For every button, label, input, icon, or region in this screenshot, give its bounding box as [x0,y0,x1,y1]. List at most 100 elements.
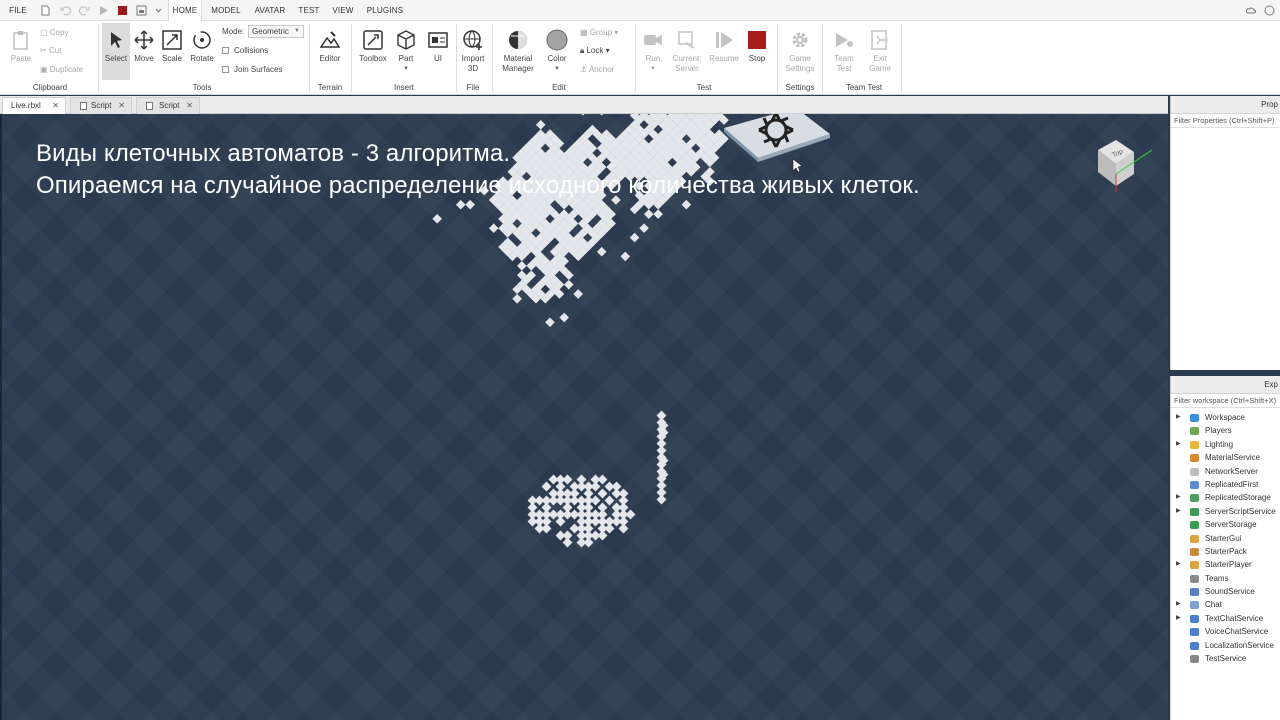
join-surfaces-toggle[interactable]: Join Surfaces [222,64,282,76]
customize-icon[interactable] [153,5,164,16]
material-manager-button[interactable]: Material Manager [498,29,538,74]
live-cell [653,209,663,219]
explorer-item[interactable]: ▶ ServerScriptService [1171,505,1280,518]
file-menu[interactable]: FILE [4,0,32,21]
explorer-item[interactable]: Players [1171,424,1280,437]
team-test-button[interactable]: Team Test [828,29,860,74]
expand-arrow-icon[interactable]: ▶ [1176,438,1181,451]
paste-button[interactable]: Paste [6,29,36,64]
game-settings-button[interactable]: Game Settings [781,29,819,74]
mode-dropdown[interactable]: Geometric ▼ [248,25,304,38]
lock-button[interactable]: 🔒︎ Lock ▾ [580,45,610,57]
exit-game-button[interactable]: Exit Game [864,29,896,74]
explorer-item[interactable]: LocalizationService [1171,639,1280,652]
color-button[interactable]: Color ▼ [542,29,572,74]
undo-icon[interactable] [60,5,71,16]
tab-avatar[interactable]: AVATAR [250,0,290,21]
import-3d-button[interactable]: Import 3D [458,29,488,74]
roblox-studio-window: FILE HOME MODEL AVATAR TEST VIEW PLUGINS… [0,0,1280,720]
anchor-button[interactable]: ⚓︎ Anchor [580,64,614,76]
expand-arrow-icon[interactable]: ▶ [1176,558,1181,571]
explorer-item[interactable]: SoundService [1171,585,1280,598]
spawn-location[interactable] [720,114,834,162]
tab-test[interactable]: TEST [294,0,324,21]
stop-icon[interactable] [117,5,128,16]
live-cell [656,494,667,505]
explorer-item[interactable]: ▶ Lighting [1171,438,1280,451]
explorer-item[interactable]: ReplicatedFirst [1171,478,1280,491]
gear-icon [792,32,808,48]
explorer-filter-input[interactable]: Filter workspace (Ctrl+Shift+X) [1171,394,1280,408]
live-cell [541,523,552,534]
expand-arrow-icon[interactable]: ▶ [1176,505,1181,518]
duplicate-button[interactable]: ▣ Duplicate [40,64,83,76]
tab-view[interactable]: VIEW [328,0,358,21]
explorer-item[interactable]: ▶ Chat [1171,598,1280,611]
current-server-button[interactable]: Current: Server [669,29,705,74]
explorer-item[interactable]: ServerStorage [1171,518,1280,531]
terrain-editor-button[interactable]: Editor [314,29,346,64]
redo-icon[interactable] [79,5,90,16]
tab-home[interactable]: HOME [168,0,202,21]
duplicate-label: Duplicate [49,65,84,74]
move-button[interactable]: Move [131,29,157,64]
explorer-item[interactable]: StarterPack [1171,545,1280,558]
group-button[interactable]: ▦ Group ▾ [580,27,618,39]
collisions-checkbox[interactable] [222,47,229,54]
properties-filter-input[interactable]: Filter Properties (Ctrl+Shift+P) [1171,114,1280,128]
explorer-item[interactable]: Teams [1171,572,1280,585]
select-button[interactable]: Select [102,29,130,64]
toolbox-button[interactable]: Toolbox [356,29,390,64]
paste-label: Paste [10,54,32,63]
view-cube[interactable]: Top [1090,134,1160,194]
current-label-2: Server [675,64,699,73]
tab-live-rbxl[interactable]: Live.rbxl ✕ [2,97,66,114]
tab-script[interactable]: Script ✕ [70,97,132,114]
tab-plugins[interactable]: PLUGINS [362,0,408,21]
resume-button[interactable]: Resume [706,29,742,64]
cut-button[interactable]: ✂ Cut [40,45,61,57]
join-surfaces-checkbox[interactable] [222,66,229,73]
rotate-button[interactable]: Rotate [187,29,217,64]
menu-bar: FILE HOME MODEL AVATAR TEST VIEW PLUGINS [0,0,1280,21]
close-icon[interactable]: ✕ [118,98,125,114]
material-manager-label-1: Material [503,54,533,63]
clipboard-group-label: Clipboard [32,83,68,92]
expand-arrow-icon[interactable]: ▶ [1176,612,1181,625]
explorer-item[interactable]: StarterGui [1171,532,1280,545]
explorer-item[interactable]: ▶ StarterPlayer [1171,558,1280,571]
close-icon[interactable]: ✕ [52,98,59,114]
copy-button[interactable]: ▢ Copy [40,27,68,39]
play-icon[interactable] [98,5,109,16]
collisions-toggle[interactable]: Collisions [222,45,268,57]
expand-arrow-icon[interactable]: ▶ [1176,491,1181,504]
scale-button[interactable]: Scale [159,29,185,64]
explorer-item[interactable]: MaterialService [1171,451,1280,464]
new-file-icon[interactable] [40,5,51,16]
service-icon [1190,507,1199,516]
chevron-down-icon: ▼ [554,66,560,72]
cloud-icon[interactable] [1246,5,1257,16]
help-icon[interactable] [1264,5,1275,16]
save-icon[interactable] [136,5,147,16]
live-cell [604,495,615,506]
tab-script-2[interactable]: Script ✕ [136,97,200,114]
ui-button[interactable]: UI [424,29,452,64]
explorer-item[interactable]: TestService [1171,652,1280,665]
expand-arrow-icon[interactable]: ▶ [1176,411,1181,424]
part-button[interactable]: Part ▼ [392,29,420,74]
stop-button[interactable]: Stop [743,29,771,64]
explorer-item[interactable]: NetworkServer [1171,465,1280,478]
explorer-item[interactable]: ▶ Workspace [1171,411,1280,424]
explorer-item[interactable]: ▶ TextChatService [1171,612,1280,625]
3d-viewport[interactable]: Top Виды клеточных автоматов - 3 алгорит… [0,114,1168,720]
live-cell [562,537,573,548]
tab-model[interactable]: MODEL [206,0,246,21]
explorer-item[interactable]: VoiceChatService [1171,625,1280,638]
insert-group-label: Insert [393,83,414,92]
explorer-item[interactable]: ▶ ReplicatedStorage [1171,491,1280,504]
run-button[interactable]: Run ▼ [640,29,666,74]
scale-label: Scale [161,54,182,63]
close-icon[interactable]: ✕ [186,98,193,114]
expand-arrow-icon[interactable]: ▶ [1176,598,1181,611]
